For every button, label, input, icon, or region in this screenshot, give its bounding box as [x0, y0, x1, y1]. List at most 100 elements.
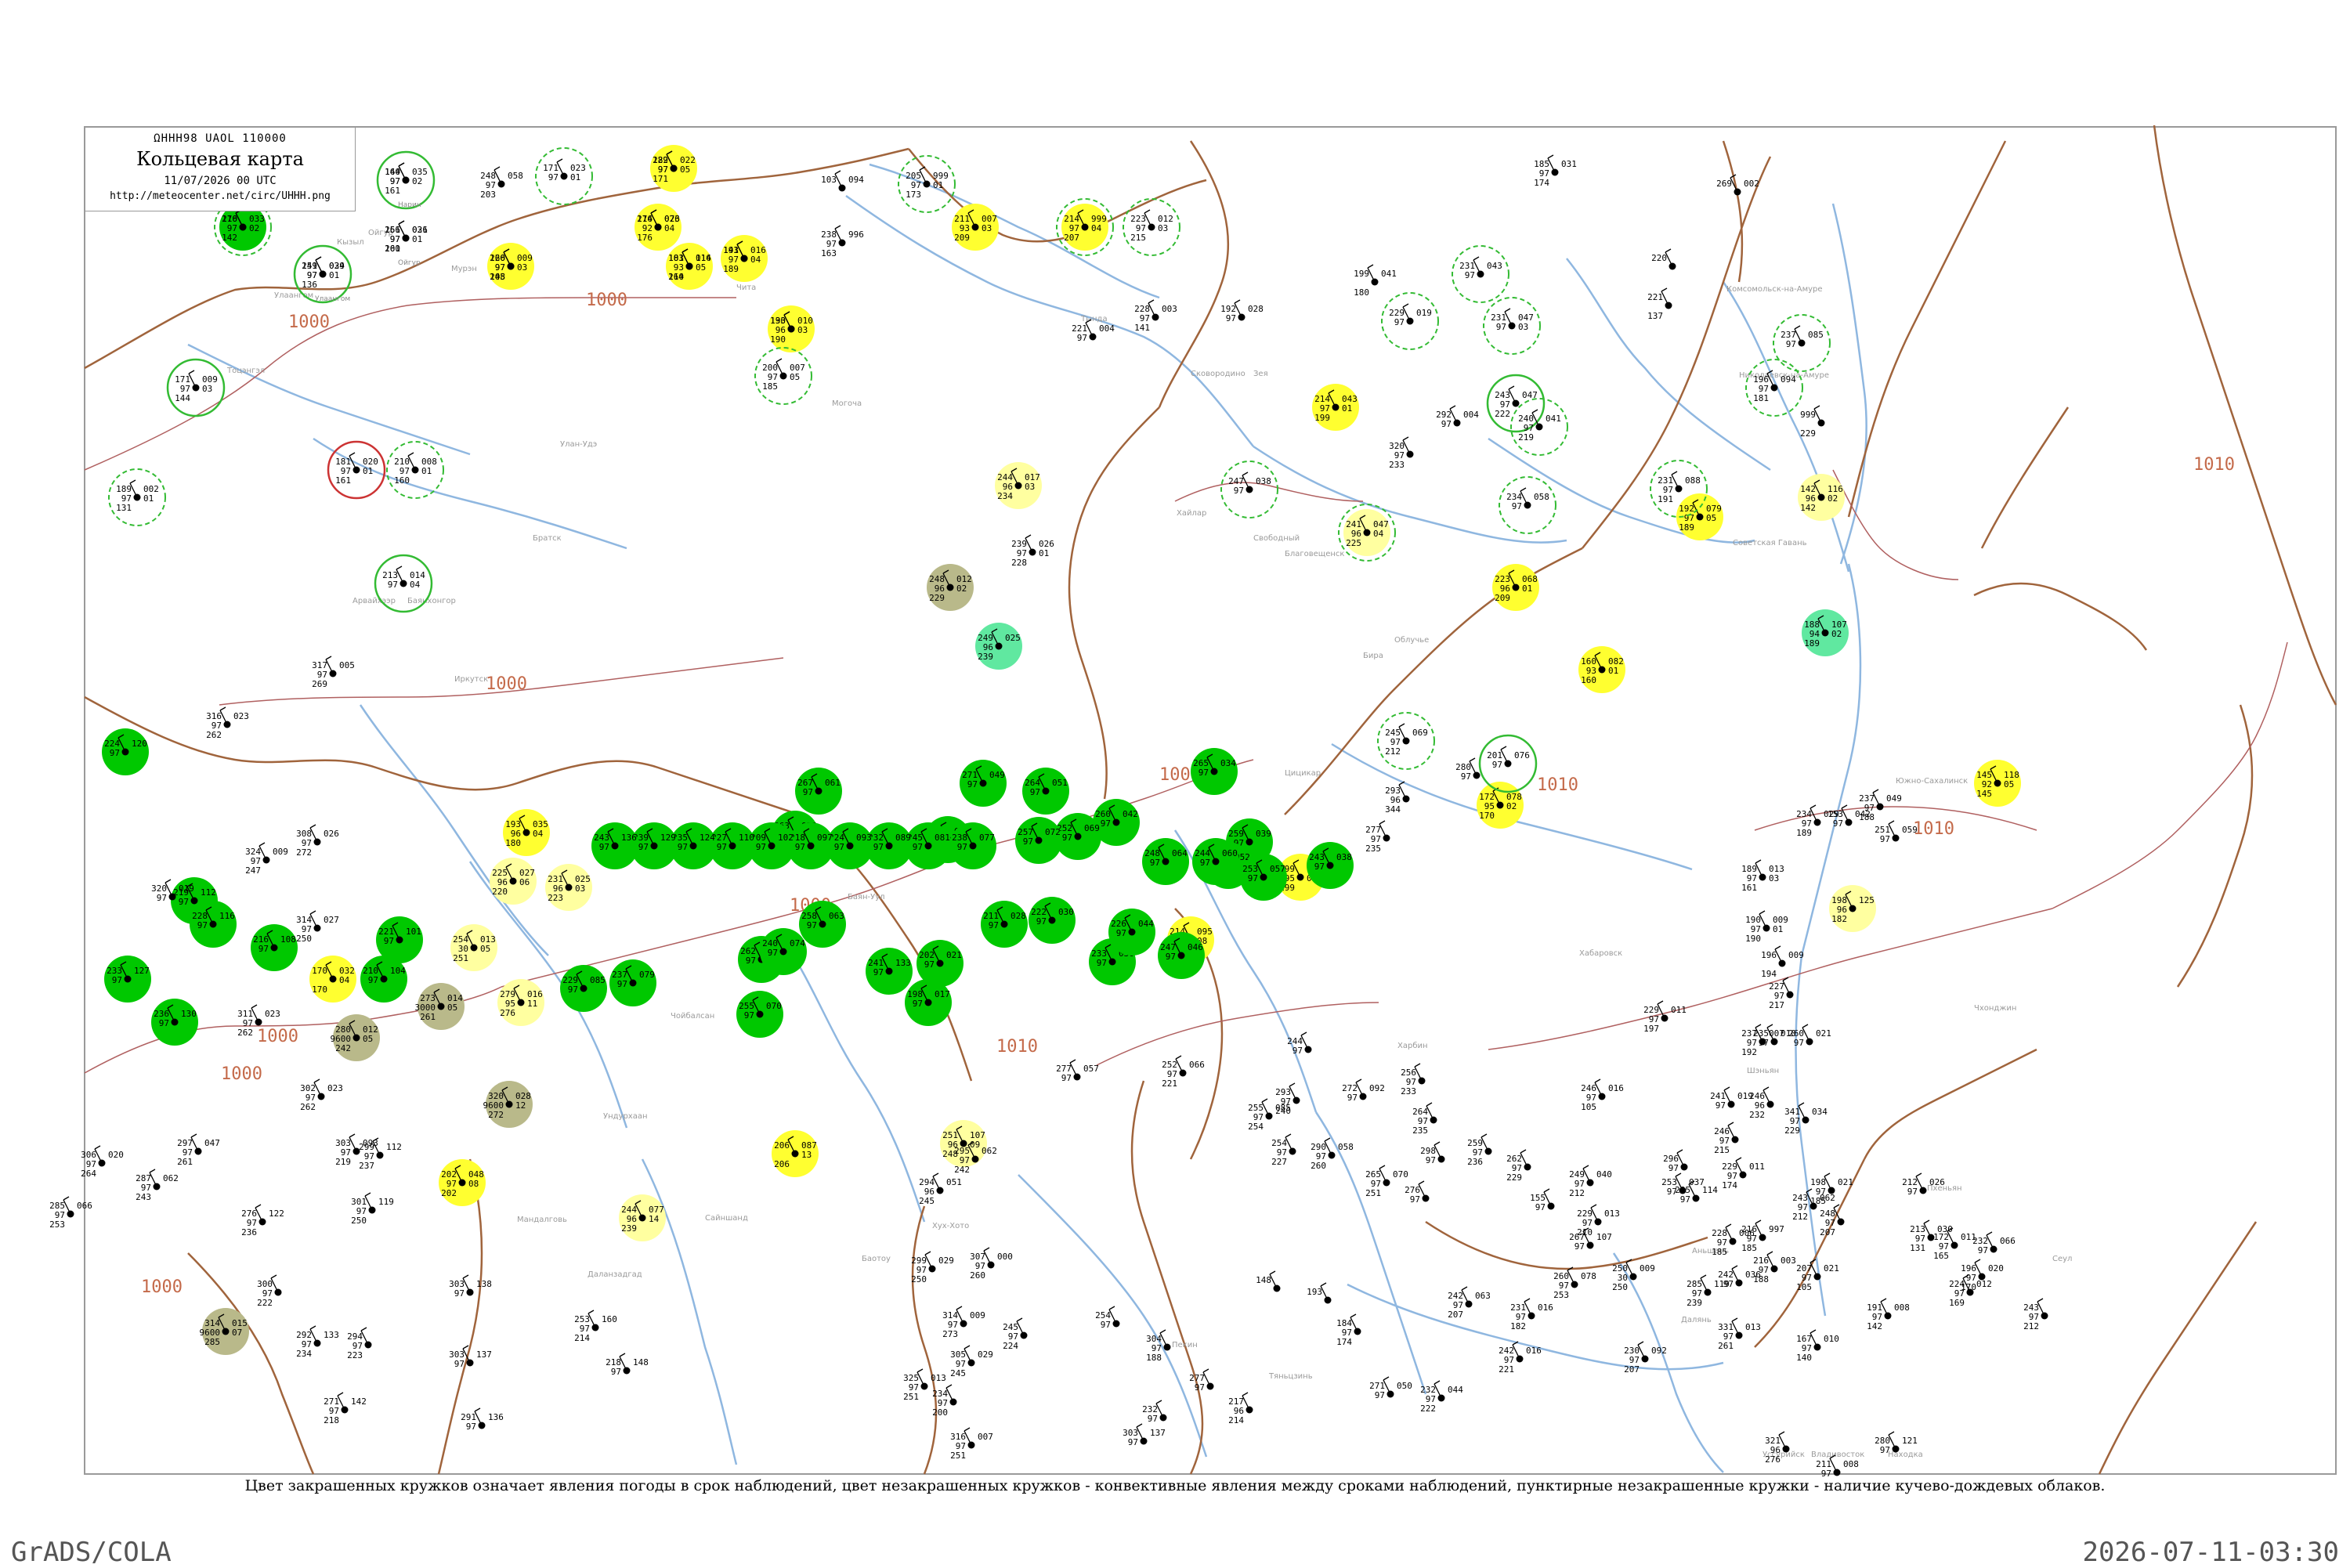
station-plot[interactable]: 27297092 [1342, 1078, 1385, 1103]
station-plot[interactable]: 220 [1651, 248, 1676, 270]
station-plot[interactable]: 29297234133 [296, 1325, 339, 1359]
station-plot[interactable]: 199 180 041 [1354, 264, 1397, 298]
station-plot[interactable]: 29297004 [1436, 405, 1479, 429]
station-plot[interactable]: 18497174 [1336, 1313, 1361, 1347]
station-plot[interactable]: 221 137 [1647, 287, 1672, 321]
station-plot[interactable]: 24897207 [1820, 1204, 1845, 1237]
station-plot[interactable]: 24397136 [591, 822, 638, 869]
station-plot[interactable]: 30597245029 [950, 1345, 993, 1378]
station-plot[interactable]: 103 094 [821, 170, 864, 192]
station-plot[interactable]: 30897272026 [296, 824, 339, 858]
station-plot[interactable]: 27697 [1405, 1180, 1430, 1205]
station-plot[interactable]: 24696232 [1749, 1086, 1774, 1120]
station-plot[interactable]: 2449623907714 [619, 1194, 666, 1241]
station-plot[interactable]: 23897163996 [821, 225, 864, 258]
station-plot[interactable]: 22897116 [190, 901, 237, 948]
station-plot[interactable]: 18597174031 [1534, 154, 1577, 188]
station-plot[interactable]: 1819716102001 [327, 440, 386, 500]
station-plot[interactable]: 29997237112 [359, 1137, 402, 1171]
station-plot[interactable]: 25197059 [1875, 820, 1918, 844]
station-plot[interactable]: 26497051 [1022, 768, 1069, 815]
station-plot[interactable]: 29797261047 [177, 1133, 220, 1167]
station-plot[interactable]: 2543025101305 [450, 924, 497, 971]
map-url[interactable]: http://meteocenter.net/circ/UHHH.png [85, 190, 355, 202]
station-plot[interactable]: 30097222 [257, 1274, 282, 1308]
station-plot[interactable]: 1719714400903 [166, 358, 226, 417]
station-plot[interactable]: 22497120 [102, 728, 149, 775]
station-plot[interactable]: 24597212069 [1377, 712, 1435, 770]
station-plot[interactable]: 2799527601611 [497, 979, 544, 1026]
station-plot[interactable]: 2239721501203 [1123, 198, 1180, 256]
station-plot[interactable]: 22997174011 [1722, 1157, 1765, 1190]
station-plot[interactable]: 24897203058 [480, 166, 523, 200]
station-plot[interactable]: 23797188049 [1859, 789, 1902, 822]
station-plot[interactable]: 23197043 [1452, 245, 1509, 303]
station-plot[interactable]: 24697215 [1714, 1122, 1739, 1155]
station-plot[interactable]: 30297262023 [300, 1078, 343, 1112]
station-plot[interactable]: 15597 [1530, 1188, 1555, 1212]
station-plot[interactable]: 2239620906801 [1492, 564, 1539, 611]
station-plot[interactable]: 22897141003 [1134, 299, 1177, 333]
station-plot[interactable]: 25297221066 [1162, 1055, 1205, 1089]
station-plot[interactable]: 29497223 [347, 1327, 372, 1360]
station-plot[interactable]: 30397137 [1123, 1423, 1166, 1447]
station-plot[interactable]: 24397212 [2023, 1298, 2048, 1331]
station-plot[interactable]: 29496245051 [919, 1172, 962, 1206]
station-plot[interactable]: 1899713100201 [108, 468, 166, 526]
station-plot[interactable]: 26297229 [1506, 1149, 1531, 1183]
station-plot[interactable]: 269 002 [1716, 174, 1759, 196]
station-plot[interactable]: 24797046 [1158, 932, 1205, 979]
station-plot[interactable]: 19297028 [1220, 299, 1264, 323]
station-plot[interactable]: 21697185997 [1741, 1219, 1784, 1253]
station-plot[interactable]: 29197136 [461, 1407, 504, 1432]
station-plot[interactable]: 320960027202812 [483, 1081, 533, 1128]
station-plot[interactable]: 27797057 [1056, 1059, 1099, 1083]
station-plot[interactable]: 21097104 [360, 956, 407, 1003]
station-plot[interactable]: 28597253066 [49, 1196, 92, 1230]
station-plot[interactable]: 32196276 [1765, 1431, 1790, 1465]
station-plot[interactable]: 32497247009 [245, 842, 288, 876]
station-plot[interactable]: 24797038 [1220, 461, 1278, 518]
station-plot[interactable]: 24497060 [1192, 838, 1239, 885]
station-plot[interactable]: 273300026101405 [415, 983, 465, 1030]
station-plot[interactable]: 29997250029 [911, 1251, 954, 1284]
station-plot[interactable]: 28797243062 [136, 1169, 179, 1202]
station-plot[interactable]: 31797269005 [312, 656, 355, 689]
station-plot[interactable]: 24997212040 [1569, 1165, 1612, 1198]
station-plot[interactable]: 29897 [1420, 1141, 1445, 1165]
station-plot[interactable]: 23297066 [1972, 1231, 2016, 1255]
station-plot[interactable]: 22697044 [1108, 909, 1155, 956]
station-plot[interactable]: 24097219041 [1510, 398, 1568, 456]
station-plot[interactable]: 27197050 [1369, 1376, 1412, 1400]
station-plot[interactable]: 29097260058 [1311, 1137, 1354, 1171]
station-plot[interactable]: 2109716000801 [386, 441, 444, 499]
station-plot[interactable]: 22997197011 [1643, 1000, 1687, 1034]
station-plot[interactable]: 26497235 [1412, 1102, 1437, 1136]
station-plot[interactable]: 1719702301 [535, 147, 593, 205]
station-plot[interactable]: 21697108 [251, 924, 298, 971]
station-plot[interactable]: 27797 [1189, 1368, 1214, 1393]
station-plot[interactable]: 29396344 [1385, 781, 1410, 815]
station-plot[interactable]: 2259622002706 [490, 858, 537, 905]
station-plot[interactable]: 2489622901202 [927, 564, 974, 611]
station-plot[interactable]: 28097 [1455, 757, 1480, 782]
station-plot[interactable]: 314960028501507 [200, 1308, 250, 1355]
station-plot[interactable]: 30197250119 [351, 1192, 394, 1226]
station-plot[interactable]: 2009718500705 [754, 347, 812, 405]
station-plot[interactable]: 193 [1307, 1282, 1332, 1304]
station-plot[interactable]: 24097074 [760, 928, 807, 975]
station-plot[interactable]: 23797079 [609, 959, 656, 1006]
station-plot[interactable]: 22997019 [1381, 292, 1439, 350]
station-plot[interactable]: 26597034 [1191, 748, 1238, 795]
station-plot[interactable]: 25397057 [1240, 854, 1287, 901]
station-plot[interactable]: 1939618003504 [503, 809, 550, 856]
station-plot[interactable]: 24397222047 [1486, 374, 1546, 433]
station-plot[interactable]: 19697181094 [1745, 359, 1803, 417]
station-plot[interactable]: 280960024201205 [331, 1014, 381, 1061]
station-plot[interactable]: 2419622504704 [1338, 504, 1396, 562]
station-plot[interactable]: 21197028 [981, 901, 1028, 948]
station-plot[interactable]: 29397240 [1275, 1082, 1300, 1116]
station-plot[interactable]: 21796214 [1228, 1392, 1253, 1425]
station-plot[interactable]: 27697236122 [241, 1204, 284, 1237]
station-plot[interactable]: 31697251007 [950, 1427, 993, 1461]
